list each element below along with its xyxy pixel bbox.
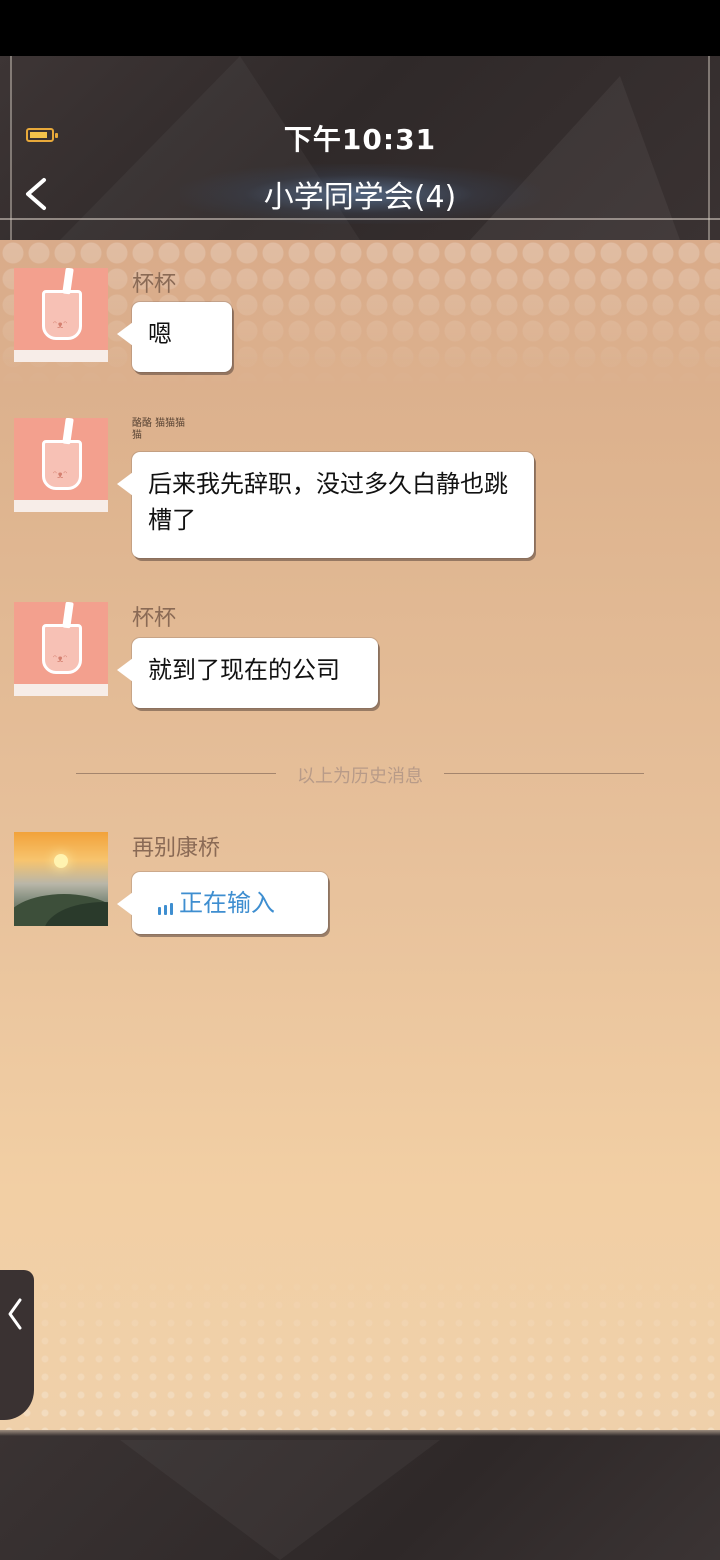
- history-divider: 以上为历史消息: [76, 762, 644, 787]
- message-bubble[interactable]: 后来我先辞职，没过多久白静也跳槽了: [117, 452, 534, 558]
- sunset-avatar[interactable]: [14, 832, 108, 926]
- cup-avatar[interactable]: ᵔᴥᵔ: [14, 418, 108, 512]
- header: 下午10:31 小学同学会(4): [0, 56, 720, 240]
- sender-name: 杯杯: [132, 272, 177, 297]
- message-bubble[interactable]: 嗯: [117, 302, 232, 372]
- footer-bar: [0, 1430, 720, 1560]
- typing-indicator-bubble: 正在输入: [117, 872, 328, 934]
- sender-name: 杯杯: [132, 606, 177, 631]
- back-arrow-icon[interactable]: [18, 172, 58, 216]
- cup-avatar[interactable]: ᵔᴥᵔ: [14, 602, 108, 696]
- chevron-left-icon: [8, 1298, 22, 1330]
- top-bar: [0, 0, 720, 56]
- message-bubble[interactable]: 就到了现在的公司: [117, 638, 378, 708]
- chat-area[interactable]: ᵔᴥᵔ 杯杯 嗯 ᵔᴥᵔ 酪酪 猫猫猫 猫 后来我先辞职，没过多久白静也跳槽了 …: [0, 240, 720, 1430]
- cup-avatar[interactable]: ᵔᴥᵔ: [14, 268, 108, 362]
- side-drawer-tab[interactable]: [0, 1270, 34, 1420]
- chat-title: 小学同学会(4): [263, 180, 457, 215]
- typing-text: 正在输入: [179, 889, 275, 917]
- sender-name: 酪酪 猫猫猫 猫: [132, 418, 186, 441]
- typing-bars-icon: [158, 899, 173, 915]
- history-divider-text: 以上为历史消息: [297, 766, 423, 787]
- status-time: 下午10:31: [283, 123, 437, 156]
- sender-name: 再别康桥: [132, 836, 221, 861]
